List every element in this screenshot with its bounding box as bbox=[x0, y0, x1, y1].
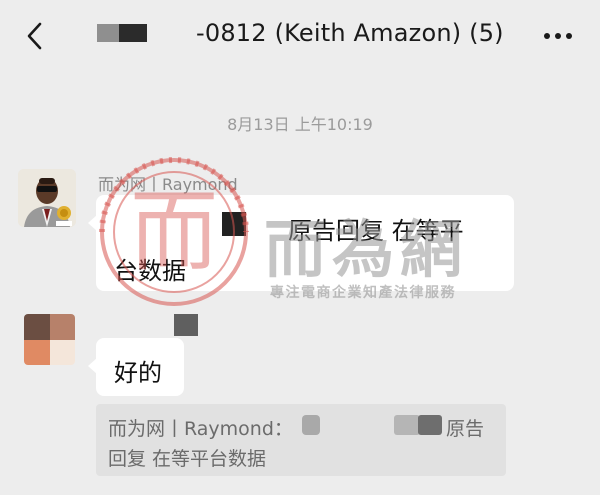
message-timestamp: 8月13日 上午10:19 bbox=[227, 115, 373, 134]
message-text: 好的 bbox=[114, 359, 162, 387]
message-text-line2: 台数据 bbox=[114, 257, 186, 285]
redacted-block bbox=[418, 415, 442, 435]
quoted-message[interactable]: 而为网丨Raymond： 原告 回复 在等平台数据 bbox=[96, 404, 506, 476]
chat-title: -0812 (Keith Amazon) (5) bbox=[196, 19, 504, 47]
avatar[interactable] bbox=[18, 169, 76, 227]
quote-text-line1: 原告 bbox=[446, 418, 485, 440]
more-dots-icon[interactable] bbox=[536, 22, 580, 50]
redacted-block bbox=[174, 314, 198, 336]
redacted-title-prefix bbox=[97, 24, 147, 42]
avatar[interactable] bbox=[24, 314, 75, 365]
quote-sender: 而为网丨Raymond： bbox=[108, 418, 293, 440]
sender-name: 而为网丨Raymond bbox=[98, 175, 238, 194]
redacted-block bbox=[302, 415, 320, 435]
redacted-block bbox=[394, 415, 420, 435]
watermark-subtitle: 專注電商企業知產法律服務 bbox=[270, 285, 456, 301]
watermark-title: 而為網 bbox=[264, 213, 469, 286]
chat-header: -0812 (Keith Amazon) (5) bbox=[0, 0, 600, 72]
redacted-block bbox=[222, 212, 246, 236]
message-bubble[interactable]: 好的 bbox=[88, 338, 184, 396]
quote-text-line2: 回复 在等平台数据 bbox=[108, 448, 267, 470]
back-chevron-icon[interactable] bbox=[16, 18, 52, 54]
